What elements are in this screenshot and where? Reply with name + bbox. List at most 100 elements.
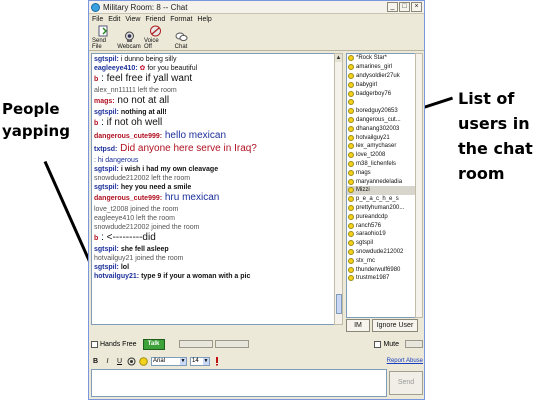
send-file-button[interactable]: Send File [92, 25, 114, 50]
message-nick[interactable]: sgtspil: [94, 109, 119, 116]
message-nick[interactable]: eagleeye410: [94, 65, 138, 72]
user-list-item[interactable]: Mizzi [347, 185, 415, 195]
user-list-item[interactable]: saraohio19 [347, 230, 415, 239]
user-list-item[interactable]: stx_mc [347, 256, 415, 265]
user-list-item[interactable]: p_e_a_c_h_e_s [347, 195, 415, 204]
user-list-item[interactable]: maryannedeladia [347, 177, 415, 186]
message-nick[interactable]: sgtspil: [94, 56, 119, 63]
message-text: eagleeye410 left the room [94, 215, 175, 222]
chat-message: alex_nn11111 left the room [94, 86, 332, 95]
user-list-item[interactable]: thunderwulf6980 [347, 265, 415, 274]
message-input[interactable] [91, 369, 387, 397]
user-list-item[interactable]: trustme1987 [347, 274, 415, 283]
user-list-item[interactable]: m38_lichenfels [347, 160, 415, 169]
chat-message: hotvailguy21 joined the room [94, 254, 332, 263]
user-list-item[interactable] [347, 98, 415, 107]
message-nick[interactable]: txtpsd: [94, 146, 117, 153]
message-nick[interactable]: dangerous_cute999: [94, 195, 162, 202]
user-list[interactable]: *Rock Star* amarines_girl andysoldier27uk b… [346, 53, 416, 318]
user-smiley-icon [348, 196, 354, 203]
menu-view[interactable]: View [125, 16, 140, 23]
chat-log[interactable]: sgtspil: i dunno being silly eagleeye410:… [91, 53, 335, 325]
font-select[interactable]: Arial ▼ [151, 356, 187, 366]
voice-level-meter-2 [214, 340, 249, 348]
user-list-item[interactable]: hotvailguy21 [347, 133, 415, 142]
message-nick[interactable]: sgtspil: [94, 184, 119, 191]
alert-icon[interactable] [213, 356, 221, 366]
mute-checkbox[interactable] [374, 340, 382, 348]
close-button[interactable]: × [411, 2, 422, 12]
user-list-item[interactable]: mags [347, 168, 415, 177]
menu-edit[interactable]: Edit [108, 16, 120, 23]
report-abuse-link[interactable]: Report Abuse [387, 358, 423, 364]
user-list-item[interactable]: pureandcdp [347, 212, 415, 221]
user-smiley-icon [348, 213, 354, 220]
underline-button[interactable]: U [115, 357, 124, 366]
scroll-thumb[interactable] [336, 294, 342, 314]
chat-message: sgtspil: hey you need a smile [94, 183, 332, 192]
mute-label: Mute [383, 340, 399, 348]
user-list-item[interactable]: dhanang302003 [347, 124, 415, 133]
menu-format[interactable]: Format [170, 16, 192, 23]
hands-free-checkbox[interactable] [91, 340, 98, 348]
minimize-button[interactable]: _ [387, 2, 398, 12]
chat-bubble-icon [175, 32, 187, 42]
smiley-icon[interactable] [139, 356, 148, 366]
user-list-item[interactable]: boredguy20653 [347, 107, 415, 116]
webcam-button[interactable]: Webcam [117, 31, 141, 50]
user-list-scrollbar[interactable] [415, 53, 423, 318]
im-button[interactable]: IM [346, 319, 370, 332]
user-list-item[interactable]: sgtspil [347, 239, 415, 248]
message-nick[interactable]: b [94, 76, 98, 83]
menu-file[interactable]: File [92, 16, 103, 23]
message-nick[interactable]: mags: [94, 98, 115, 105]
message-text: type 9 if your a woman with a pic [141, 273, 251, 280]
font-size-select[interactable]: 14 ▼ [190, 356, 210, 366]
bold-button[interactable]: B [91, 357, 100, 366]
send-button[interactable]: Send [389, 371, 423, 395]
ignore-user-button[interactable]: Ignore User [372, 319, 418, 332]
user-list-item[interactable]: ranch576 [347, 221, 415, 230]
send-file-icon [98, 25, 107, 37]
message-text: hey you need a smile [120, 184, 192, 191]
user-list-item[interactable]: snowdude212002 [347, 248, 415, 257]
user-list-item[interactable]: love_t2008 [347, 151, 415, 160]
user-list-item[interactable]: *Rock Star* [347, 54, 415, 63]
message-text: i wish i had my own cleavage [120, 166, 219, 173]
message-nick[interactable]: hotvailguy21: [94, 273, 139, 280]
message-text: i dunno being silly [120, 56, 177, 63]
menu-help[interactable]: Help [197, 16, 211, 23]
chat-message: dangerous_cute999: hru mexican [94, 192, 332, 205]
user-list-item[interactable]: andysoldier27uk [347, 72, 415, 81]
user-list-item[interactable]: babygirl [347, 80, 415, 89]
message-nick[interactable]: sgtspil: [94, 264, 119, 271]
message-nick[interactable]: sgtspil: [94, 166, 119, 173]
chat-message: sgtspil: lol [94, 263, 332, 272]
volume-slider[interactable] [405, 340, 423, 348]
italic-button[interactable]: I [103, 357, 112, 366]
chat-scrollbar[interactable]: ▲ [334, 53, 343, 325]
maximize-button[interactable]: □ [399, 2, 410, 12]
talk-button[interactable]: Talk [142, 338, 165, 350]
user-smiley-icon [348, 248, 354, 255]
color-icon[interactable] [127, 357, 136, 366]
chat-button[interactable]: Chat [170, 31, 192, 50]
scroll-up-arrow[interactable]: ▲ [335, 54, 342, 62]
toolbar: Send File Webcam Voice Off Chat [89, 25, 424, 51]
voice-off-button[interactable]: Voice Off [144, 25, 166, 50]
message-nick[interactable]: sgtspil: [94, 246, 119, 253]
message-nick[interactable]: b [94, 120, 98, 127]
user-list-item[interactable]: badgerboy76 [347, 89, 415, 98]
user-list-item[interactable]: dangerous_cut... [347, 116, 415, 125]
user-name: amarines_girl [356, 64, 393, 71]
menu-friend[interactable]: Friend [145, 16, 165, 23]
voice-off-icon [149, 25, 161, 37]
message-text: no not at all [117, 95, 170, 106]
message-nick[interactable]: dangerous_cute999: [94, 133, 162, 140]
user-list-item[interactable]: lex_amychaser [347, 142, 415, 151]
user-smiley-icon [348, 169, 354, 176]
user-smiley-icon [348, 187, 354, 194]
message-nick[interactable]: b [94, 235, 98, 242]
user-list-item[interactable]: prettyhuman200... [347, 204, 415, 213]
user-list-item[interactable]: amarines_girl [347, 63, 415, 72]
